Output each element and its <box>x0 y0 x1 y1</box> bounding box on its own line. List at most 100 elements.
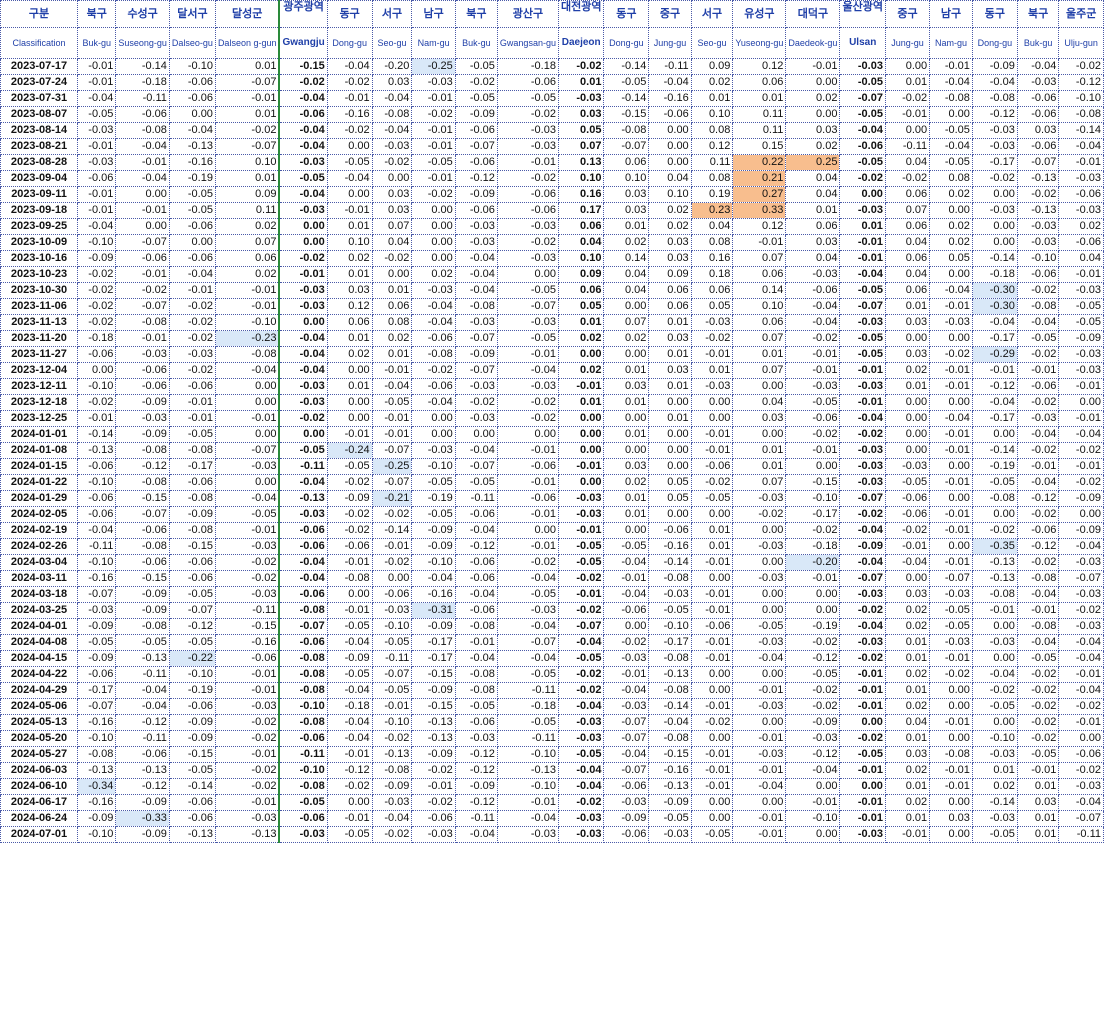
value-cell: 0.02 <box>1058 218 1104 235</box>
value-cell: 0.00 <box>929 538 973 555</box>
table-row: 2024-01-22 -0.10 -0.08 -0.06 0.00 -0.04 -0.02-… <box>0 474 1104 491</box>
value-cell: -0.05 <box>929 618 973 635</box>
value-cell: -0.06 <box>1058 186 1104 203</box>
value-cell: -0.02 <box>278 250 328 267</box>
value-cell: 0.00 <box>278 218 328 235</box>
value-cell: -0.01 <box>884 826 931 843</box>
column-header-kr: 북구 <box>1016 0 1060 28</box>
value-cell: -0.04 <box>278 346 328 363</box>
column-header-kr: 광주광역 <box>278 0 328 28</box>
value-cell: -0.06 <box>168 74 216 91</box>
value-cell: 0.22 <box>732 154 787 171</box>
value-cell: 0.03 <box>732 410 787 427</box>
value-cell: 0.05 <box>648 490 692 507</box>
value-cell: -0.01 <box>839 682 886 699</box>
value-cell: 0.00 <box>648 458 692 475</box>
value-cell: -0.06 <box>1016 522 1060 539</box>
table-row: 2023-09-18 -0.01 -0.01 -0.05 0.11 -0.03 -0.01 0… <box>0 202 1104 219</box>
value-cell: 0.00 <box>929 698 973 715</box>
value-cell: -0.05 <box>278 794 328 811</box>
value-cell: -0.09 <box>168 506 216 523</box>
value-cell: 0.03 <box>326 282 373 299</box>
value-cell: -0.01 <box>557 458 605 475</box>
date-cell: 2024-02-05 <box>0 506 79 523</box>
value-cell: -0.14 <box>971 442 1018 459</box>
value-cell: -0.03 <box>214 538 280 555</box>
value-cell: -0.02 <box>496 394 559 411</box>
value-cell: -0.04 <box>1016 58 1060 75</box>
value-cell: -0.10 <box>785 810 841 827</box>
table-row: 2023-09-11 -0.01 0.00 -0.05 0.09 -0.04 0.00 0.0… <box>0 186 1104 203</box>
column-header-kr: 대덕구 <box>785 0 841 28</box>
value-cell: 0.00 <box>929 266 973 283</box>
value-cell: -0.08 <box>971 90 1018 107</box>
value-cell: -0.01 <box>690 650 734 667</box>
value-cell: -0.12 <box>115 714 170 731</box>
value-cell: 0.10 <box>603 170 650 187</box>
value-cell: -0.03 <box>411 826 456 843</box>
value-cell: -0.02 <box>839 506 886 523</box>
value-cell: -0.01 <box>326 810 373 827</box>
value-cell: 0.02 <box>884 602 931 619</box>
date-cell: 2024-03-04 <box>0 554 79 571</box>
value-cell: -0.06 <box>454 154 498 171</box>
value-cell: -0.06 <box>77 170 117 187</box>
value-cell: -0.13 <box>411 730 456 747</box>
value-cell: -0.04 <box>326 714 373 731</box>
table-body: 2023-07-17 -0.01 -0.14 -0.10 0.01 -0.15 -0.04-… <box>0 58 1104 843</box>
value-cell: 0.01 <box>371 282 413 299</box>
value-cell: -0.13 <box>168 138 216 155</box>
value-cell: -0.15 <box>785 474 841 491</box>
value-cell: 0.00 <box>732 714 787 731</box>
column-header-kr: 동구 <box>326 0 373 28</box>
value-cell: -0.13 <box>371 746 413 763</box>
value-cell: -0.09 <box>839 538 886 555</box>
value-cell: -0.06 <box>454 602 498 619</box>
value-cell: -0.02 <box>557 570 605 587</box>
value-cell: -0.03 <box>1058 362 1104 379</box>
value-cell: -0.04 <box>168 122 216 139</box>
value-cell: 0.00 <box>278 234 328 251</box>
value-cell: -0.04 <box>648 74 692 91</box>
value-cell: -0.01 <box>371 410 413 427</box>
table-row: 2024-04-29 -0.17 -0.04 -0.19 -0.01 -0.08 -0.04… <box>0 682 1104 699</box>
value-cell: -0.02 <box>278 74 328 91</box>
value-cell: -0.11 <box>1058 826 1104 843</box>
value-cell: 0.00 <box>971 506 1018 523</box>
value-cell: 0.00 <box>115 186 170 203</box>
table-row: 2024-06-10 -0.34 -0.12 -0.14 -0.02 -0.08 -0.02… <box>0 778 1104 795</box>
value-cell: 0.00 <box>214 394 280 411</box>
value-cell: -0.01 <box>785 442 841 459</box>
value-cell: -0.09 <box>785 714 841 731</box>
value-cell: -0.03 <box>115 346 170 363</box>
value-cell: -0.08 <box>278 714 328 731</box>
date-cell: 2024-04-22 <box>0 666 79 683</box>
value-cell: 0.01 <box>884 650 931 667</box>
value-cell: -0.08 <box>648 682 692 699</box>
value-cell: 0.09 <box>557 266 605 283</box>
value-cell: -0.04 <box>732 650 787 667</box>
value-cell: -0.02 <box>839 426 886 443</box>
column-header-kr: 중구 <box>648 0 692 28</box>
value-cell: 0.13 <box>557 154 605 171</box>
value-cell: -0.03 <box>371 602 413 619</box>
value-cell: 0.04 <box>690 218 734 235</box>
date-cell: 2024-05-20 <box>0 730 79 747</box>
date-cell: 2023-12-25 <box>0 410 79 427</box>
value-cell: -0.05 <box>278 442 328 459</box>
value-cell: -0.02 <box>603 634 650 651</box>
value-cell: -0.12 <box>454 746 498 763</box>
value-cell: -0.16 <box>411 586 456 603</box>
value-cell: -0.04 <box>278 138 328 155</box>
value-cell: -0.18 <box>326 698 373 715</box>
value-cell: 0.12 <box>326 298 373 315</box>
value-cell: -0.13 <box>278 490 328 507</box>
value-cell: -0.13 <box>411 714 456 731</box>
value-cell: 0.02 <box>371 330 413 347</box>
value-cell: 0.01 <box>690 538 734 555</box>
value-cell: -0.02 <box>884 522 931 539</box>
value-cell: -0.01 <box>411 122 456 139</box>
value-cell: -0.02 <box>557 602 605 619</box>
value-cell: -0.07 <box>603 714 650 731</box>
value-cell: -0.05 <box>77 634 117 651</box>
